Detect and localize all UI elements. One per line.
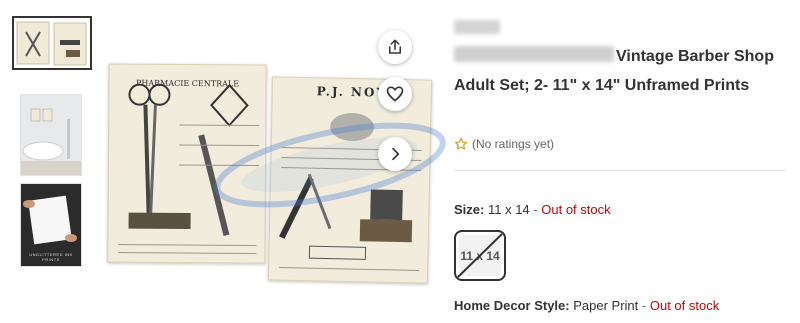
home-decor-style-stock-status: Out of stock	[649, 298, 720, 313]
favorite-button[interactable]	[378, 77, 412, 111]
home-decor-style-separator: -	[641, 298, 647, 313]
prints-pair-image	[16, 21, 87, 66]
size-value: 11 x 14	[487, 202, 530, 217]
print-right: P.J. NOY	[267, 76, 433, 284]
scissors-brush-illustration	[118, 83, 260, 254]
bathroom-scene-image	[21, 95, 81, 175]
thumbnail-prints-pair[interactable]	[12, 16, 92, 70]
blurred-brand	[454, 20, 500, 34]
razor-brush-illustration	[279, 113, 422, 271]
size-option-11x14[interactable]: 11 x 14	[454, 230, 506, 281]
size-stock-status: Out of stock	[541, 202, 611, 217]
thumbnail-bathroom-scene[interactable]	[20, 94, 82, 176]
divider	[454, 170, 786, 171]
share-button[interactable]	[378, 30, 412, 64]
heart-icon	[386, 86, 404, 102]
thumbnail-hand-holding-print[interactable]: UNGLITTERED INK PRINTS	[20, 183, 82, 267]
size-separator: -	[533, 202, 538, 217]
rating-text: (No ratings yet)	[472, 137, 555, 151]
product-title: Vintage Barber Shop Adult Set; 2- 11" x …	[454, 42, 784, 100]
unavailable-strike-icon	[457, 233, 503, 278]
rating-summary[interactable]: (No ratings yet)	[454, 137, 554, 151]
star-icon	[454, 137, 468, 150]
home-decor-style-label: Home Decor Style:	[454, 298, 570, 313]
share-icon	[389, 39, 401, 54]
print-left: PHARMACIE CENTRALE	[107, 63, 267, 264]
home-decor-style-value: Paper Print	[573, 298, 639, 313]
size-attribute: Size: 11 x 14 - Out of stock	[454, 202, 611, 217]
thumbnail-caption: UNGLITTERED INK PRINTS	[29, 252, 73, 262]
next-image-button[interactable]	[378, 137, 412, 171]
product-title-text: Vintage Barber Shop Adult Set; 2- 11" x …	[454, 48, 774, 94]
size-label: Size:	[454, 202, 485, 217]
home-decor-style-attribute: Home Decor Style: Paper Print - Out of s…	[454, 298, 719, 313]
chevron-right-icon	[392, 147, 400, 161]
